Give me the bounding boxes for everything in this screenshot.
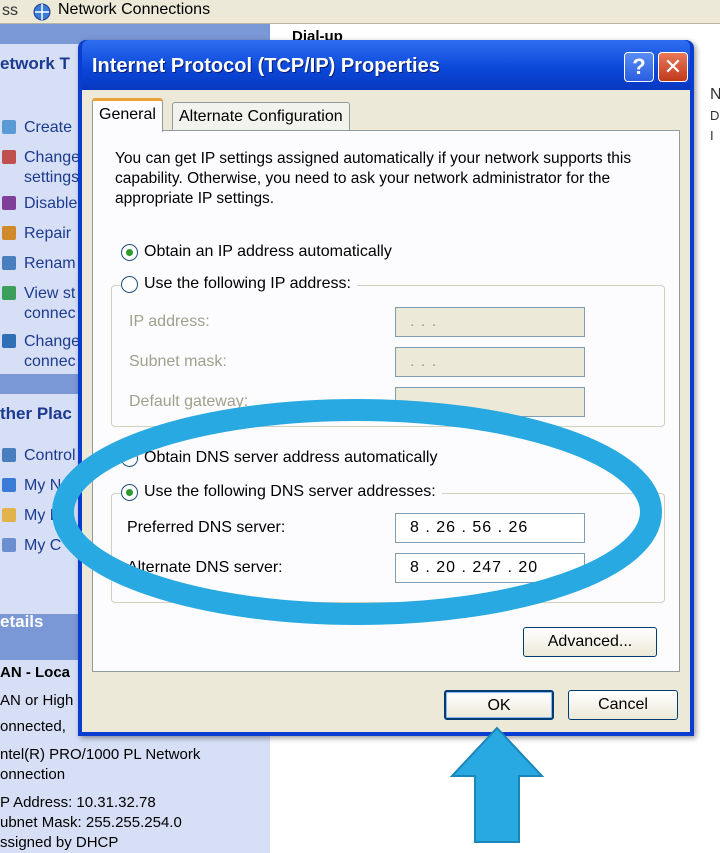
my-documents-icon [2, 508, 16, 522]
task-repair[interactable]: Repair [24, 224, 71, 244]
network-tasks-header: etwork T [0, 54, 70, 73]
obtain-ip-auto-label: Obtain an IP address automatically [144, 243, 392, 260]
task-connection-2[interactable]: connec [24, 352, 76, 372]
details-line: AN - Loca [0, 664, 71, 681]
my-computer-icon [2, 538, 16, 552]
obtain-dns-auto-radio[interactable]: Obtain DNS server address automatically [121, 449, 437, 467]
place-control-panel[interactable]: Control [24, 446, 76, 466]
default-gateway-field[interactable]: . . . [395, 387, 585, 417]
subnet-mask-field[interactable]: . . . [395, 347, 585, 377]
alternate-dns-label: Alternate DNS server: [127, 559, 283, 576]
use-following-dns-label: Use the following DNS server addresses: [144, 483, 436, 500]
help-button[interactable]: ? [624, 52, 654, 82]
background-titlebar: ss Network Connections [0, 0, 720, 24]
dialog-body: General Alternate Configuration You can … [82, 90, 690, 732]
details-line: AN or High [0, 692, 74, 709]
use-following-ip-label: Use the following IP address: [144, 275, 351, 292]
dialog-title: Internet Protocol (TCP/IP) Properties [92, 55, 440, 77]
repair-icon [2, 226, 16, 240]
network-connections-icon [33, 3, 51, 21]
radio-unselected-icon [121, 275, 138, 293]
radio-unselected-icon [121, 449, 138, 467]
place-my-computer[interactable]: My C [24, 536, 61, 556]
details-line: ssigned by DHCP [0, 834, 119, 851]
right-edge-text: N [710, 86, 720, 103]
obtain-ip-auto-radio[interactable]: Obtain an IP address automatically [121, 243, 392, 261]
ip-address-field[interactable]: . . . [395, 307, 585, 337]
radio-selected-icon [121, 243, 138, 261]
radio-selected-icon [121, 483, 138, 501]
place-my-documents[interactable]: My D [24, 506, 61, 526]
breadcrumb: ss [2, 2, 18, 19]
control-panel-icon [2, 448, 16, 462]
obtain-dns-auto-label: Obtain DNS server address automatically [144, 449, 438, 466]
right-edge-text: D [710, 108, 720, 123]
use-following-ip-radio[interactable]: Use the following IP address: [121, 275, 357, 293]
place-my-network[interactable]: My Net [24, 476, 75, 496]
create-connection-icon [2, 120, 16, 134]
other-places-header: ther Plac [0, 404, 72, 423]
task-change[interactable]: Change [24, 148, 80, 168]
alternate-dns-field[interactable]: 8 . 20 . 247 . 20 [395, 553, 585, 583]
details-line: ntel(R) PRO/1000 PL Network [0, 746, 201, 763]
details-line: ubnet Mask: 255.255.254.0 [0, 814, 182, 831]
ip-address-label: IP address: [129, 313, 210, 330]
use-following-dns-radio[interactable]: Use the following DNS server addresses: [121, 483, 442, 501]
task-view-status[interactable]: View st [24, 284, 75, 304]
right-edge-text: I [710, 128, 714, 143]
rename-icon [2, 256, 16, 270]
window-title: Network Connections [58, 1, 211, 18]
tcpip-properties-dialog: Internet Protocol (TCP/IP) Properties ? … [78, 40, 694, 736]
intro-text: You can get IP settings assigned automat… [115, 150, 632, 207]
preferred-dns-field[interactable]: 8 . 26 . 56 . 26 [395, 513, 585, 543]
close-button[interactable]: ✕ [658, 52, 688, 82]
task-rename[interactable]: Renam [24, 254, 76, 274]
task-disable[interactable]: Disable [24, 194, 77, 214]
view-status-icon [2, 286, 16, 300]
tab-alternate-configuration[interactable]: Alternate Configuration [172, 102, 350, 132]
change-connection-icon [2, 334, 16, 348]
subnet-mask-label: Subnet mask: [129, 353, 227, 370]
general-tab-panel: You can get IP settings assigned automat… [92, 130, 680, 672]
task-connection[interactable]: connec [24, 304, 76, 324]
details-header: etails [0, 612, 44, 631]
task-settings[interactable]: settings [24, 168, 79, 188]
change-settings-icon [2, 150, 16, 164]
dialog-titlebar: Internet Protocol (TCP/IP) Properties ? … [82, 40, 690, 90]
details-line: onnection [0, 766, 66, 783]
details-line: onnected, [0, 718, 66, 735]
dns-group [111, 493, 665, 603]
tab-general[interactable]: General [92, 98, 163, 132]
task-create[interactable]: Create [24, 118, 72, 138]
advanced-button[interactable]: Advanced... [523, 627, 657, 657]
default-gateway-label: Default gateway: [129, 393, 249, 410]
disable-icon [2, 196, 16, 210]
my-network-icon [2, 478, 16, 492]
task-change-connection[interactable]: Change [24, 332, 80, 352]
ok-button[interactable]: OK [444, 690, 554, 720]
cancel-button[interactable]: Cancel [568, 690, 678, 720]
preferred-dns-label: Preferred DNS server: [127, 519, 286, 536]
details-line: P Address: 10.31.32.78 [0, 794, 156, 811]
